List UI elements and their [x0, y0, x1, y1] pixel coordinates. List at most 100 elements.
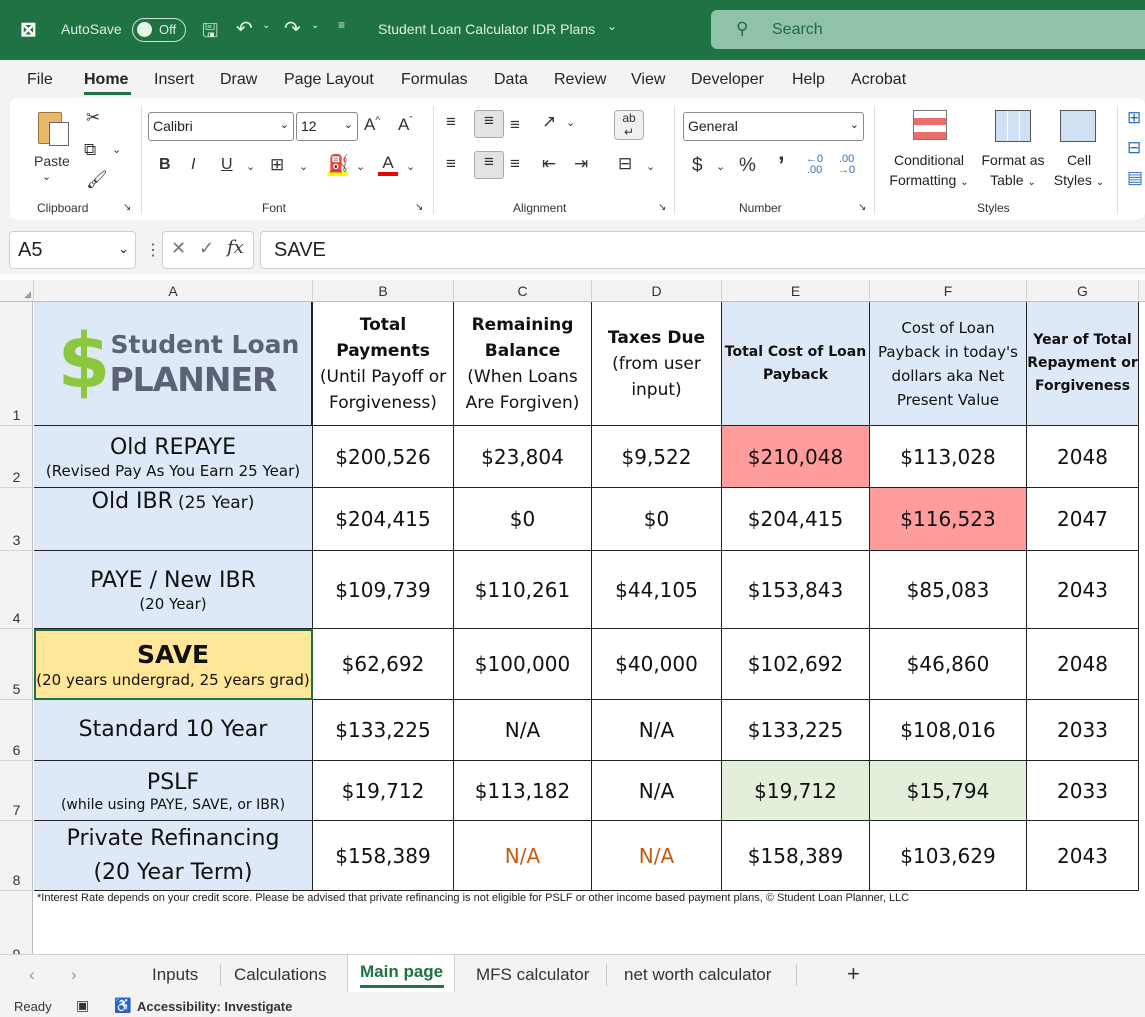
table-cell[interactable]: N/A	[454, 821, 592, 891]
formula-input[interactable]: SAVE	[260, 231, 1145, 269]
table-cell-highlight[interactable]: $116,523	[870, 488, 1027, 551]
file-title[interactable]: Student Loan Calculator IDR Plans	[378, 21, 595, 37]
table-cell[interactable]: $100,000	[454, 629, 592, 700]
plan-standard-10-year[interactable]: Standard 10 Year	[34, 700, 313, 761]
plan-save-selected[interactable]: SAVE (20 years undergrad, 25 years grad)	[34, 629, 313, 700]
table-cell[interactable]: $133,225	[722, 700, 870, 761]
align-left-icon[interactable]: ≡	[446, 154, 456, 174]
redo-icon[interactable]: ↷	[284, 16, 301, 41]
table-cell[interactable]: $158,389	[313, 821, 454, 891]
conditional-formatting-icon[interactable]	[913, 110, 947, 140]
cell-styles-icon[interactable]	[1060, 110, 1096, 142]
table-cell[interactable]: $19,712	[313, 761, 454, 821]
column-header-g[interactable]: G	[1027, 280, 1139, 302]
increase-font-icon[interactable]: A^	[364, 115, 380, 135]
add-sheet-icon[interactable]: +	[847, 961, 860, 987]
row-header-7[interactable]: 7	[0, 761, 33, 821]
save-icon[interactable]: 🖫	[202, 17, 218, 49]
tab-formulas[interactable]: Formulas	[401, 71, 468, 89]
bold-button[interactable]: B	[159, 156, 171, 174]
font-name-select[interactable]: Calibri ⌄	[148, 112, 294, 141]
table-cell[interactable]: $40,000	[592, 629, 722, 700]
fill-color-dropdown-icon[interactable]: ⌄	[356, 160, 365, 173]
table-cell[interactable]: $200,526	[313, 426, 454, 488]
more-options-icon[interactable]: ⋮	[145, 240, 161, 260]
comma-button[interactable]: ’	[778, 152, 785, 180]
currency-button[interactable]: $	[692, 155, 703, 177]
table-cell[interactable]: $62,692	[313, 629, 454, 700]
undo-dropdown-icon[interactable]: ⌄	[262, 20, 270, 31]
accessibility-status[interactable]: Accessibility: Investigate	[137, 999, 292, 1014]
merge-dropdown-icon[interactable]: ⌄	[646, 160, 655, 173]
table-cell[interactable]: 2043	[1027, 821, 1139, 891]
row-header-8[interactable]: 8	[0, 821, 33, 891]
header-remaining-balance[interactable]: Remaining Balance (When Loans Are Forgiv…	[454, 302, 592, 426]
next-sheet-icon[interactable]: ›	[71, 965, 77, 985]
underline-dropdown-icon[interactable]: ⌄	[246, 160, 255, 173]
tab-data[interactable]: Data	[494, 71, 528, 89]
merge-center-icon[interactable]: ⊟	[618, 154, 632, 174]
conditional-formatting-button[interactable]: Conditional Formatting ⌄	[886, 150, 972, 193]
cut-icon[interactable]: ✂	[86, 108, 100, 128]
decrease-indent-icon[interactable]: ⇤	[542, 154, 556, 174]
plan-paye-new-ibr[interactable]: PAYE / New IBR (20 Year)	[34, 551, 313, 629]
alignment-launcher-icon[interactable]: ↘	[658, 202, 666, 213]
table-cell[interactable]: $204,415	[313, 488, 454, 551]
row-header-9[interactable]: 9	[0, 891, 33, 954]
column-header-a[interactable]: A	[34, 280, 313, 302]
macro-record-icon[interactable]: ▣	[76, 997, 89, 1014]
table-cell[interactable]: 2033	[1027, 700, 1139, 761]
borders-dropdown-icon[interactable]: ⌄	[299, 160, 308, 173]
table-cell[interactable]: $204,415	[722, 488, 870, 551]
tab-acrobat[interactable]: Acrobat	[851, 71, 906, 89]
header-total-cost[interactable]: Total Cost of Loan Payback	[722, 302, 870, 426]
table-cell[interactable]: $23,804	[454, 426, 592, 488]
increase-decimal-icon[interactable]: ←0.00	[806, 154, 823, 176]
align-middle-icon[interactable]: ≡	[474, 110, 504, 138]
table-cell[interactable]: $113,028	[870, 426, 1027, 488]
table-cell[interactable]: $113,182	[454, 761, 592, 821]
sheet-tab-mfs-calculator[interactable]: MFS calculator	[476, 965, 589, 985]
copy-dropdown-icon[interactable]: ⌄	[112, 143, 121, 156]
insert-function-icon[interactable]: fx	[227, 237, 244, 258]
column-header-b[interactable]: B	[313, 280, 454, 302]
align-center-icon[interactable]: ≡	[474, 151, 504, 179]
logo-cell[interactable]: $ Student Loan PLANNER	[34, 302, 313, 426]
table-cell[interactable]: $109,739	[313, 551, 454, 629]
table-cell[interactable]: $153,843	[722, 551, 870, 629]
header-year-repayment[interactable]: Year of Total Repayment or Forgiveness	[1027, 302, 1139, 426]
table-cell-highlight[interactable]: $210,048	[722, 426, 870, 488]
tab-review[interactable]: Review	[554, 71, 606, 89]
table-cell[interactable]: $133,225	[313, 700, 454, 761]
format-painter-icon[interactable]: 🖌	[86, 170, 108, 190]
cell-styles-button[interactable]: Cell Styles ⌄	[1048, 150, 1110, 193]
plan-pslf[interactable]: PSLF (while using PAYE, SAVE, or IBR)	[34, 761, 313, 821]
plan-old-repaye[interactable]: Old REPAYE (Revised Pay As You Earn 25 Y…	[34, 426, 313, 488]
insert-cells-icon[interactable]: ⊞	[1127, 108, 1141, 128]
format-as-table-icon[interactable]	[995, 110, 1031, 142]
underline-button[interactable]: U	[221, 156, 233, 174]
enter-icon[interactable]: ✓	[199, 238, 214, 259]
increase-indent-icon[interactable]: ⇥	[574, 154, 588, 174]
tab-view[interactable]: View	[631, 71, 665, 89]
autosave-toggle[interactable]: Off	[132, 18, 186, 42]
paste-dropdown-icon[interactable]: ⌄	[42, 170, 51, 183]
table-cell[interactable]: 2048	[1027, 426, 1139, 488]
name-box[interactable]: A5 ⌄	[9, 231, 136, 269]
align-top-icon[interactable]: ≡	[446, 112, 456, 132]
row-header-3[interactable]: 3	[0, 488, 33, 551]
font-size-select[interactable]: 12 ⌄	[296, 112, 358, 141]
column-header-e[interactable]: E	[722, 280, 870, 302]
paste-button[interactable]	[36, 108, 72, 148]
prev-sheet-icon[interactable]: ‹	[29, 965, 35, 985]
table-cell[interactable]: $102,692	[722, 629, 870, 700]
currency-dropdown-icon[interactable]: ⌄	[716, 160, 725, 173]
table-cell-highlight[interactable]: $15,794	[870, 761, 1027, 821]
orientation-dropdown-icon[interactable]: ⌄	[566, 116, 575, 129]
tab-developer[interactable]: Developer	[691, 71, 764, 89]
undo-icon[interactable]: ↶	[236, 16, 253, 41]
borders-icon[interactable]: ⊞	[270, 155, 284, 175]
table-cell[interactable]: $108,016	[870, 700, 1027, 761]
number-format-select[interactable]: General ⌄	[683, 112, 864, 141]
fill-color-icon[interactable]: ⛽	[328, 154, 349, 176]
